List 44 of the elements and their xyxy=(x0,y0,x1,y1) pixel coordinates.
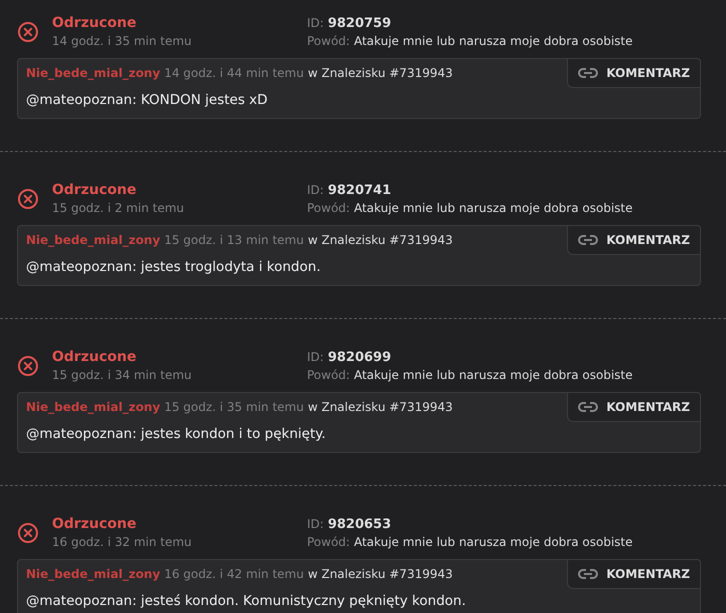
reason-text: Atakuje mnie lub narusza moje dobra osobiste xyxy=(354,368,633,382)
comment-time: 15 godz. i 35 min temu xyxy=(164,399,304,416)
reason-label: Powód: xyxy=(307,200,350,217)
reason-label: Powód: xyxy=(307,534,350,551)
discovery-link[interactable]: w Znalezisku #7319943 xyxy=(308,566,453,583)
id-label: ID: xyxy=(307,182,324,199)
comment-button[interactable]: KOMENTARZ xyxy=(567,58,701,88)
report-id: 9820699 xyxy=(328,350,392,365)
link-icon xyxy=(578,401,598,413)
status-label: Odrzucone xyxy=(52,348,138,367)
comment-text: @mateopoznan: jestes troglodyta i kondon. xyxy=(26,258,322,277)
comment-button[interactable]: KOMENTARZ xyxy=(567,559,701,589)
status-label: Odrzucone xyxy=(52,515,138,534)
report-id: 9820759 xyxy=(328,16,392,31)
id-label: ID: xyxy=(307,349,324,366)
report-time: 16 godz. i 32 min temu xyxy=(52,534,193,551)
comment-text: @mateopoznan: jestes kondon i to pęknięty. xyxy=(26,425,327,444)
comment-text: @mateopoznan: jesteś kondon. Komunistyczny pęknięty kondon. xyxy=(26,592,467,611)
comment-time: 15 godz. i 13 min temu xyxy=(164,232,304,249)
reason-text: Atakuje mnie lub narusza moje dobra osobiste xyxy=(354,535,633,549)
reason-label: Powód: xyxy=(307,367,350,384)
reason-label: Powód: xyxy=(307,33,350,50)
comment-button[interactable]: KOMENTARZ xyxy=(567,225,701,255)
report-id: 9820653 xyxy=(328,517,392,532)
id-label: ID: xyxy=(307,15,324,32)
comment-time: 16 godz. i 42 min temu xyxy=(164,566,304,583)
link-icon xyxy=(578,568,598,580)
report-id: 9820741 xyxy=(328,183,392,198)
comment-text: @mateopoznan: KONDON jestes xD xyxy=(26,91,269,110)
reason-text: Atakuje mnie lub narusza moje dobra osobiste xyxy=(354,201,633,215)
comment-time: 14 godz. i 44 min temu xyxy=(164,65,304,82)
comment-button[interactable]: KOMENTARZ xyxy=(567,392,701,422)
status-label: Odrzucone xyxy=(52,181,138,200)
reason-text: Atakuje mnie lub narusza moje dobra osobiste xyxy=(354,34,633,48)
link-icon xyxy=(578,234,598,246)
discovery-link[interactable]: w Znalezisku #7319943 xyxy=(308,65,453,82)
report-time: 15 godz. i 34 min temu xyxy=(52,367,193,384)
report-time: 14 godz. i 35 min temu xyxy=(52,33,193,50)
report-time: 15 godz. i 2 min temu xyxy=(52,200,186,217)
id-label: ID: xyxy=(307,516,324,533)
link-icon xyxy=(578,67,598,79)
discovery-link[interactable]: w Znalezisku #7319943 xyxy=(308,232,453,249)
status-label: Odrzucone xyxy=(52,14,138,33)
discovery-link[interactable]: w Znalezisku #7319943 xyxy=(308,399,453,416)
